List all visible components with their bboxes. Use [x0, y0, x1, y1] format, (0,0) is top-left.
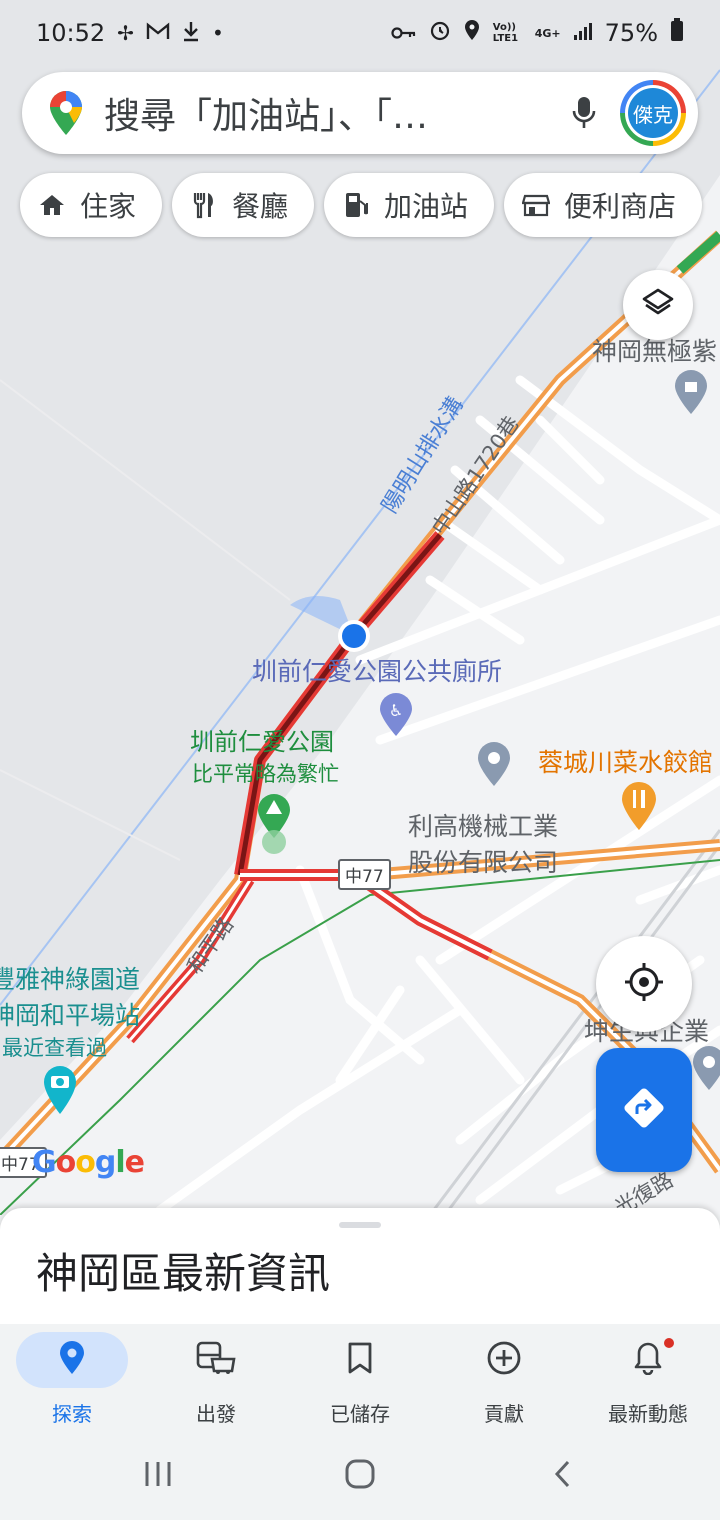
nav-saved[interactable]: 已儲存	[288, 1324, 432, 1432]
park-status-label: 比平常略為繁忙	[192, 762, 339, 786]
account-avatar[interactable]: 傑克	[620, 80, 686, 146]
search-input[interactable]: 搜尋「加油站」、「…	[104, 87, 562, 139]
park-tree-pin-icon[interactable]	[256, 792, 292, 860]
battery-icon	[670, 18, 684, 48]
restaurant-icon	[190, 191, 218, 219]
download-icon	[182, 20, 200, 47]
sheet-drag-handle[interactable]	[339, 1222, 381, 1228]
signal-icon	[573, 19, 593, 47]
google-logo: Google	[32, 1145, 145, 1180]
add-circle-icon	[486, 1340, 522, 1380]
alarm-icon	[429, 19, 451, 47]
directions-icon	[622, 1086, 666, 1134]
status-time: 10:52	[36, 19, 106, 47]
commute-icon	[196, 1341, 236, 1379]
restaurant-label[interactable]: 蓉城川菜水餃館	[538, 743, 713, 779]
bottom-navigation: 探索 出發 已儲存 貢獻 最新動態	[0, 1324, 720, 1432]
nav-label: 探索	[52, 1402, 92, 1426]
route-shield-77: 中77	[338, 859, 391, 890]
avatar-text: 傑克	[628, 88, 678, 138]
chip-label: 住家	[80, 190, 137, 223]
chip-label: 便利商店	[564, 190, 677, 223]
system-navigation-bar	[0, 1432, 720, 1520]
nav-updates[interactable]: 最新動態	[576, 1324, 720, 1432]
explore-pin-icon	[59, 1341, 85, 1379]
search-bar[interactable]: 搜尋「加油站」、「… 傑克	[22, 72, 698, 154]
home-icon	[38, 191, 66, 219]
bookmark-icon	[347, 1342, 373, 1378]
greenway-label-line3: 最近查看過	[2, 1036, 107, 1060]
back-button[interactable]	[532, 1454, 592, 1498]
nav-label: 貢獻	[484, 1402, 524, 1426]
greenway-label-line2[interactable]: 神岡和平場站	[0, 996, 140, 1032]
nav-contribute[interactable]: 貢獻	[432, 1324, 576, 1432]
dot-icon: •	[211, 21, 224, 45]
microphone-icon[interactable]	[562, 91, 606, 135]
toilet-pin-icon[interactable]: ♿	[378, 692, 414, 742]
4g-icon: 4G+	[534, 26, 561, 40]
chip-home[interactable]: 住家	[20, 173, 163, 237]
my-location-button[interactable]	[596, 936, 692, 1032]
store-icon	[522, 191, 551, 219]
my-location-icon	[623, 961, 665, 1007]
nav-label: 最新動態	[608, 1402, 688, 1426]
nav-explore[interactable]: 探索	[0, 1324, 144, 1432]
bell-icon	[633, 1341, 663, 1379]
camera-pin-icon[interactable]	[42, 1064, 78, 1120]
chip-gas-station[interactable]: 加油站	[324, 173, 495, 237]
bottom-sheet[interactable]: 神岡區最新資訊	[0, 1208, 720, 1324]
layers-icon	[641, 287, 675, 323]
svg-text:♿: ♿	[389, 701, 403, 720]
sheet-title: 神岡區最新資訊	[36, 1249, 331, 1298]
company-label-line2[interactable]: 股份有限公司	[408, 843, 558, 879]
home-button[interactable]	[330, 1454, 390, 1498]
location-icon	[463, 19, 481, 47]
home-circle-icon	[344, 1458, 376, 1494]
nav-label: 出發	[196, 1402, 236, 1426]
fan-icon: ✢	[117, 21, 134, 45]
google-maps-logo-icon	[48, 90, 84, 136]
chip-label: 加油站	[384, 190, 469, 223]
layers-button[interactable]	[623, 270, 693, 340]
back-chevron-icon	[552, 1459, 572, 1493]
company-label-line1[interactable]: 利高機械工業	[408, 807, 558, 843]
battery-percent: 75%	[604, 19, 658, 47]
place-pin-icon[interactable]	[476, 740, 512, 792]
toilet-label[interactable]: 圳前仁愛公園公共廁所	[252, 652, 502, 688]
temple-pin-icon[interactable]	[674, 370, 708, 420]
recent-apps-button[interactable]	[128, 1454, 188, 1498]
greenway-label-line1[interactable]: 豐雅神綠園道	[0, 960, 140, 996]
directions-button[interactable]	[596, 1048, 692, 1172]
restaurant-pin-icon[interactable]	[620, 780, 658, 836]
nav-label: 已儲存	[330, 1402, 390, 1426]
gas-station-icon	[342, 191, 370, 219]
nav-commute[interactable]: 出發	[144, 1324, 288, 1432]
status-bar: 10:52 ✢ • Vo)) LTE1 4G+ 75%	[0, 0, 720, 66]
chip-convenience-store[interactable]: 便利商店	[504, 173, 703, 237]
kunsheng-pin-icon[interactable]	[692, 1046, 720, 1096]
park-label[interactable]: 圳前仁愛公園	[190, 722, 334, 757]
vpn-key-icon	[391, 19, 417, 47]
notification-badge	[664, 1338, 674, 1348]
chip-label: 餐廳	[232, 190, 289, 223]
category-chips: 住家 餐廳 加油站 便利商店	[20, 173, 703, 237]
chip-restaurant[interactable]: 餐廳	[172, 173, 315, 237]
recent-apps-icon	[143, 1460, 173, 1492]
gmail-icon	[146, 21, 170, 45]
volte-icon: Vo)) LTE1	[492, 22, 519, 44]
